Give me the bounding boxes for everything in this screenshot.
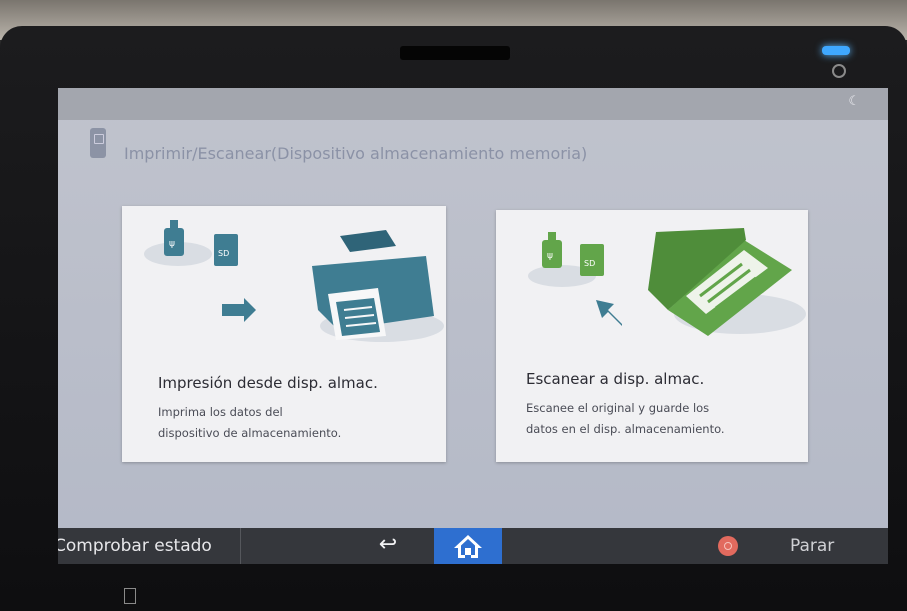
- card-description-line: datos en el disp. almacenamiento.: [526, 422, 725, 436]
- home-button[interactable]: [434, 528, 502, 564]
- usb-memory-icon: [90, 128, 106, 158]
- status-bar: ☾: [58, 88, 888, 120]
- card-description-line: Escanee el original y guarde los: [526, 401, 710, 415]
- scan-to-storage-button[interactable]: ψ SD Escanear a disp. almac. Escanee el …: [496, 210, 808, 462]
- page-title: Imprimir/Escanear(Dispositivo almacenami…: [124, 144, 588, 163]
- back-icon[interactable]: ↩: [358, 528, 418, 564]
- stop-icon[interactable]: [718, 536, 738, 556]
- touch-screen: ☾ Imprimir/Escanear(Dispositivo almacena…: [58, 88, 888, 564]
- moon-icon: ☾: [848, 94, 860, 109]
- bezel-hinge: [400, 46, 510, 60]
- power-icon[interactable]: [832, 64, 846, 78]
- device-info-icon: [124, 588, 136, 604]
- status-led: [822, 46, 850, 55]
- bottom-bar: Comprobar estado ↩ Parar: [58, 528, 888, 564]
- check-status-button[interactable]: Comprobar estado: [58, 528, 241, 564]
- home-icon: [454, 535, 482, 558]
- svg-text:ψ: ψ: [169, 239, 175, 249]
- card-title: Escanear a disp. almac.: [526, 370, 705, 388]
- print-from-storage-button[interactable]: ψ SD Impresión desde disp. almac. Imprim…: [122, 206, 446, 462]
- card-title: Impresión desde disp. almac.: [158, 374, 378, 392]
- svg-text:SD: SD: [584, 259, 595, 268]
- svg-text:SD: SD: [218, 249, 229, 258]
- card-description: Escanee el original y guarde los datos e…: [526, 398, 796, 440]
- svg-text:ψ: ψ: [547, 251, 553, 261]
- card-description: Imprima los datos del dispositivo de alm…: [158, 402, 428, 444]
- card-description-line: dispositivo de almacenamiento.: [158, 426, 342, 440]
- printer-icon: ψ SD: [144, 220, 444, 342]
- scanner-icon: ψ SD: [528, 228, 806, 336]
- card-description-line: Imprima los datos del: [158, 405, 283, 419]
- stop-button[interactable]: Parar: [790, 528, 834, 564]
